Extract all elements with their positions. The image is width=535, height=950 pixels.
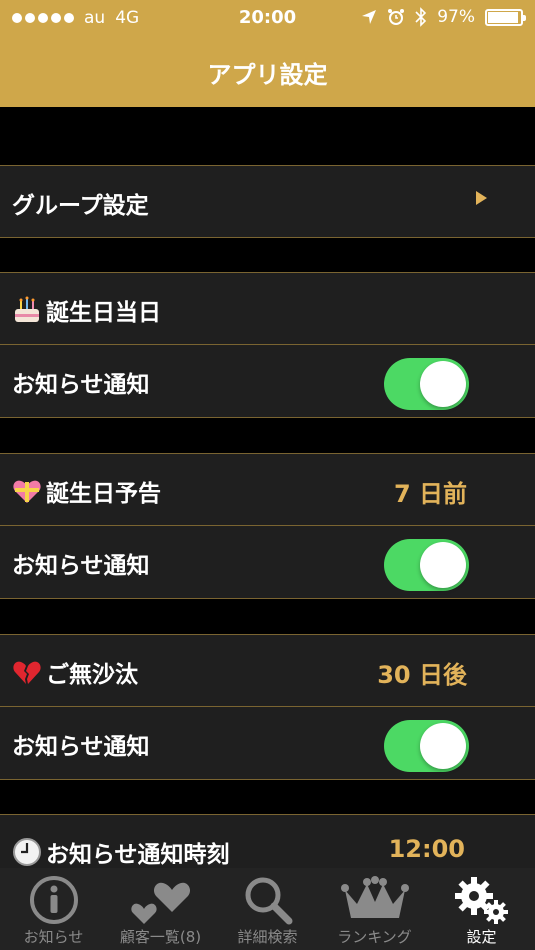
- tab-bar: お知らせ 顧客一覧(8) 詳細検索 ランキング 設定: [0, 868, 535, 950]
- tab-customers[interactable]: 顧客一覧(8): [107, 868, 214, 950]
- notify-time-label: お知らせ通知時刻: [46, 842, 230, 868]
- absence-value: 30 日後: [377, 661, 467, 689]
- birthday-notify-label: お知らせ通知: [12, 372, 150, 398]
- alarm-icon: [388, 9, 405, 25]
- location-arrow-icon: [362, 10, 377, 24]
- notify-time-value: 12:00: [388, 835, 465, 863]
- birthday-preview-value: 7 日前: [393, 480, 467, 508]
- group-settings-row[interactable]: グループ設定: [0, 165, 535, 238]
- birthday-section-label: 誕生日当日: [46, 300, 161, 326]
- birthday-notify-row: お知らせ通知: [0, 345, 535, 418]
- navigation-header: au 4G 20:00 97% アプリ設定: [0, 0, 535, 107]
- bluetooth-icon: [415, 7, 427, 27]
- birthday-section-row: 誕生日当日: [0, 272, 535, 345]
- group-settings-label: グループ設定: [12, 193, 149, 219]
- absence-notify-toggle[interactable]: [384, 720, 469, 772]
- page-title: アプリ設定: [207, 61, 328, 89]
- preview-notify-toggle[interactable]: [384, 539, 469, 591]
- battery-percent: 97%: [437, 7, 475, 27]
- tab-search[interactable]: 詳細検索: [214, 868, 321, 950]
- hearts-icon: [130, 882, 190, 924]
- absence-notify-label: お知らせ通知: [12, 734, 150, 760]
- tab-ranking[interactable]: ランキング: [321, 868, 428, 950]
- gears-icon: [454, 877, 508, 924]
- tab-settings[interactable]: 設定: [428, 868, 535, 950]
- birthday-preview-row[interactable]: 誕生日予告 7 日前: [0, 453, 535, 526]
- absence-notify-row: お知らせ通知: [0, 707, 535, 780]
- tab-label: お知らせ: [23, 928, 84, 946]
- tab-notices[interactable]: お知らせ: [0, 868, 107, 950]
- absence-label: ご無沙汰: [46, 662, 138, 688]
- broken-heart-icon: [13, 661, 41, 684]
- tab-label: 顧客一覧(8): [119, 928, 202, 946]
- absence-row[interactable]: ご無沙汰 30 日後: [0, 634, 535, 707]
- tab-label: 詳細検索: [237, 928, 298, 946]
- crown-icon: [340, 876, 409, 918]
- birthday-preview-label: 誕生日予告: [46, 481, 161, 507]
- tab-label: 設定: [466, 928, 497, 946]
- status-bar: au 4G 20:00 97%: [0, 0, 535, 36]
- gift-heart-icon: [13, 480, 41, 503]
- tab-label: ランキング: [337, 928, 412, 946]
- chevron-right-icon: [476, 191, 487, 205]
- info-icon: [29, 876, 78, 924]
- birthday-notify-toggle[interactable]: [384, 358, 469, 410]
- search-icon: [245, 877, 292, 925]
- birthday-cake-icon: [15, 296, 39, 322]
- preview-notify-row: お知らせ通知: [0, 526, 535, 599]
- battery-icon: [485, 8, 526, 26]
- clock-icon: [13, 838, 41, 866]
- preview-notify-label: お知らせ通知: [12, 553, 150, 579]
